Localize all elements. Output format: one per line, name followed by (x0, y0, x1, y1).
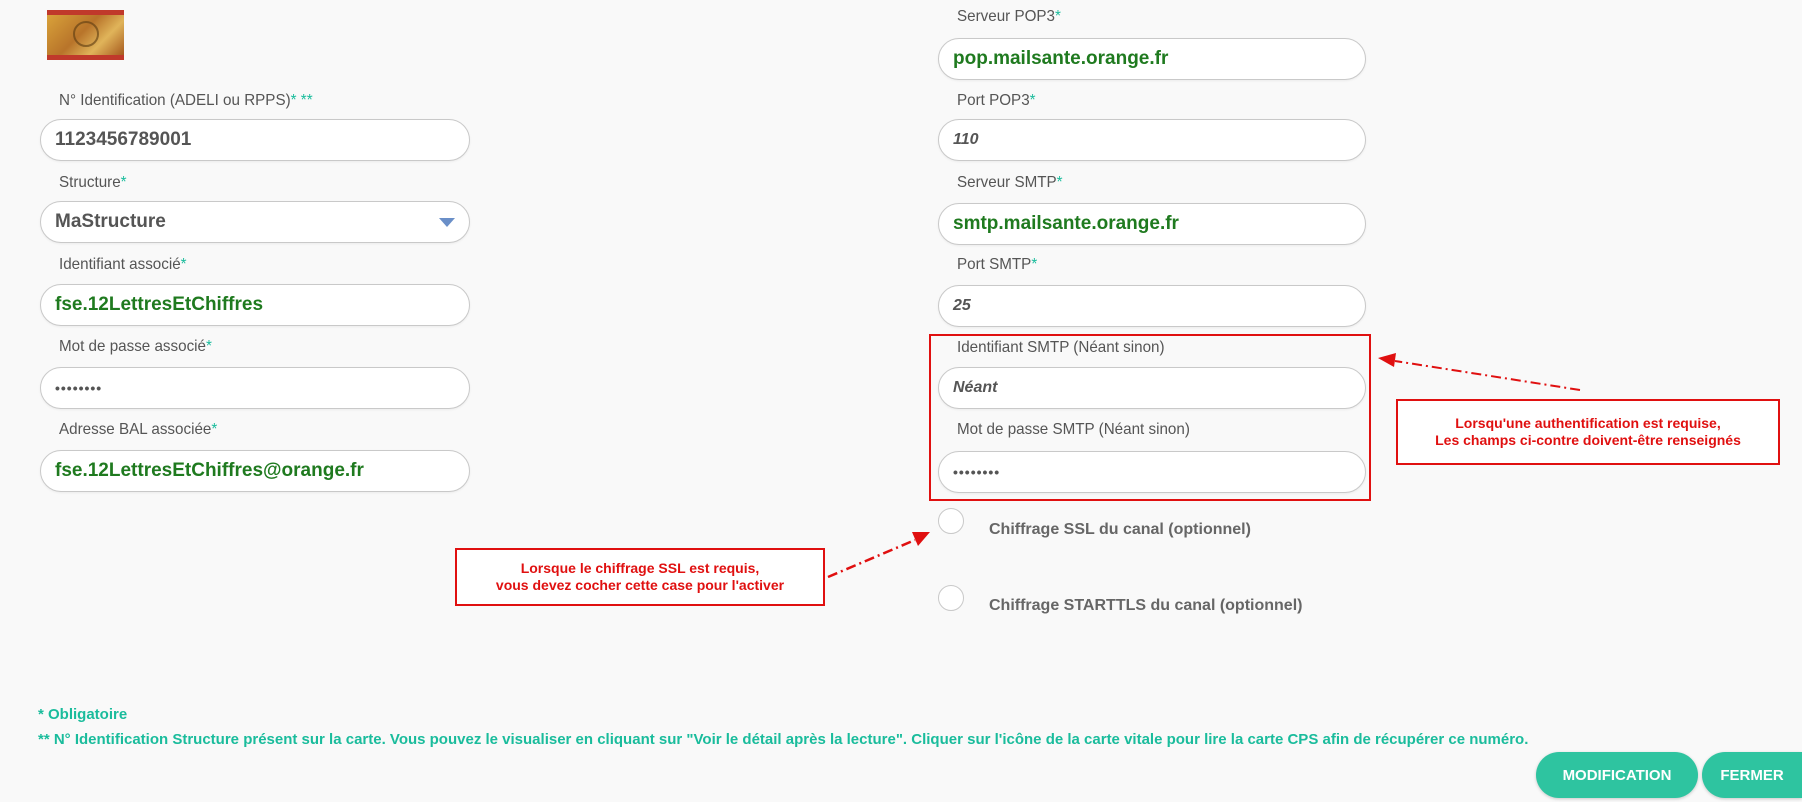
auth-arrow-head (1378, 353, 1396, 367)
auth-arrow-line (1394, 360, 1581, 391)
ssl-arrow-line (827, 538, 916, 579)
mandatory-note: * Obligatoire (38, 706, 128, 723)
close-button[interactable]: FERMER (1702, 752, 1802, 798)
modify-button[interactable]: MODIFICATION (1536, 752, 1698, 798)
structure-id-note: ** N° Identification Structure présent s… (38, 731, 1529, 748)
annotation-arrows (827, 353, 1581, 579)
ssl-arrow-head (912, 532, 930, 546)
